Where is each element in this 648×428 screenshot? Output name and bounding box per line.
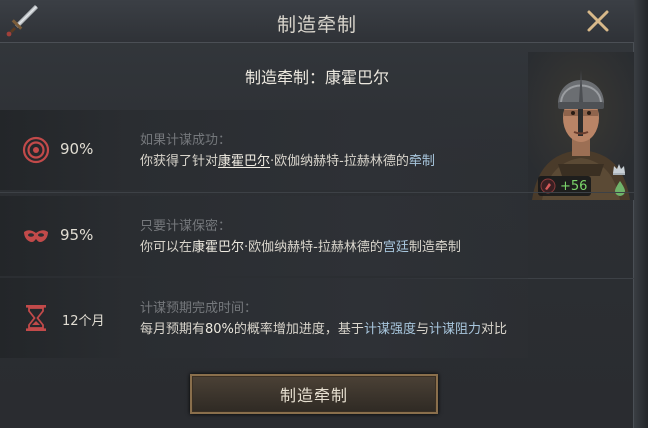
text-segment: 的概率增加进度，基于 [233, 322, 364, 337]
duration-description: 每月预期有80%的概率增加进度，基于计谋强度与计谋阻力对比 [140, 318, 507, 337]
success-heading: 如果计谋成功： [140, 133, 232, 148]
progress-chance: 80% [205, 322, 234, 337]
mask-icon[interactable] [22, 222, 50, 250]
text-segment: 每月预期有 [140, 322, 206, 337]
success-chance-value[interactable]: 90% [60, 140, 93, 158]
text-segment: 你可以在 [140, 240, 193, 255]
character-name-link[interactable]: 康霍巴尔 [192, 240, 244, 255]
court-link[interactable]: 宫廷 [383, 240, 409, 255]
water-drop-icon[interactable] [614, 180, 626, 196]
hourglass-icon[interactable] [22, 304, 50, 332]
scheme-power-link[interactable]: 计谋强度 [364, 322, 416, 337]
secrecy-chance-row: 95% 只要计谋保密： 你可以在康霍巴尔·欧伽纳赫特-拉赫林德的宫廷制造牵制 [0, 196, 528, 276]
text-segment: 你获得了针对 [140, 154, 219, 169]
target-icon[interactable] [22, 136, 50, 164]
intrigue-power-badge[interactable]: +56 [538, 176, 592, 196]
row-divider [0, 192, 634, 193]
hook-link[interactable]: 牵制 [409, 154, 435, 169]
window-scrollbar[interactable] [633, 0, 648, 428]
crown-icon[interactable] [612, 163, 626, 175]
duration-row: 12个月 计谋预期完成时间： 每月预期有80%的概率增加进度，基于计谋强度与计谋… [0, 278, 528, 358]
text-segment: ·欧伽纳赫特-拉赫林德的 [244, 240, 383, 255]
text-segment: ·欧伽纳赫特-拉赫林德的 [270, 154, 409, 169]
secrecy-description: 你可以在康霍巴尔·欧伽纳赫特-拉赫林德的宫廷制造牵制 [140, 236, 461, 255]
window-title: 制造牵制 [276, 14, 357, 36]
secrecy-heading: 只要计谋保密： [140, 219, 232, 234]
scheme-window: 制造牵制 制造牵制：康霍巴尔 +56 90% 如果计谋成功： 你获得了针对康霍巴… [0, 0, 648, 428]
start-scheme-button[interactable]: 制造牵制 [190, 374, 438, 414]
character-name-link[interactable]: 康霍巴尔 [218, 154, 270, 169]
text-segment: 对比 [480, 322, 507, 337]
scheme-resistance-link[interactable]: 计谋阻力 [429, 322, 481, 337]
text-segment: 制造牵制 [408, 240, 461, 255]
duration-heading: 计谋预期完成时间： [140, 301, 258, 316]
close-icon[interactable] [584, 7, 612, 35]
success-chance-row: 90% 如果计谋成功： 你获得了针对康霍巴尔·欧伽纳赫特-拉赫林德的牵制 [0, 110, 528, 190]
text-segment: 与 [415, 322, 429, 337]
duration-value[interactable]: 12个月 [62, 310, 105, 329]
window-header: 制造牵制 [0, 0, 634, 43]
secrecy-chance-value[interactable]: 95% [60, 226, 93, 244]
success-description: 你获得了针对康霍巴尔·欧伽纳赫特-拉赫林德的牵制 [140, 150, 435, 169]
